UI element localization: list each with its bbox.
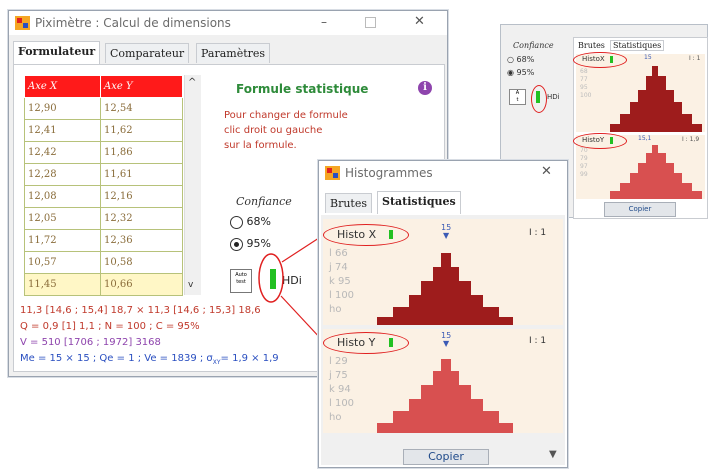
histo-x-stat: l 100 — [329, 290, 355, 301]
histo-y-ratio: I : 1 — [529, 336, 547, 346]
histo-x-green-icon — [389, 230, 393, 239]
histo-x-stat: k 95 — [329, 276, 351, 287]
peak-marker-icon: ▼ — [443, 339, 450, 348]
histo-window-title: Histogrammes — [345, 166, 433, 180]
histo-y-green-icon — [389, 338, 393, 347]
peak-marker-icon: ▼ — [443, 231, 450, 240]
histo-y-stats: l 29 j 75 k 94 l 100 ho — [329, 355, 354, 425]
histo-x-bars — [377, 253, 513, 325]
histo-close-icon[interactable]: ✕ — [541, 164, 552, 179]
hdi-annotation-ellipse — [258, 253, 284, 303]
histo-x-stat: l 66 — [329, 248, 348, 259]
tab-brutes[interactable]: Brutes — [325, 193, 373, 213]
histo-y-stat: j 75 — [329, 370, 348, 381]
histo-x-panel: Histo X 15 ▼ I : 1 l 66 j 74 k 95 l 100 … — [323, 219, 563, 325]
histo-y-stat: ho — [329, 412, 342, 423]
histo-titlebar: Histogrammes ✕ — [319, 161, 567, 185]
histo-x-stat: j 74 — [329, 262, 348, 273]
histo-x-shape — [377, 253, 513, 325]
histo-y-stat: k 94 — [329, 384, 351, 395]
histo-x-stats: l 66 j 74 k 95 l 100 ho — [329, 247, 354, 317]
tab-statistiques[interactable]: Statistiques — [377, 191, 461, 214]
copy-button[interactable]: Copier — [403, 449, 489, 465]
histo-y-label[interactable]: Histo Y — [337, 336, 375, 349]
histo-y-shape — [377, 359, 513, 433]
histo-y-stat: l 100 — [329, 398, 355, 409]
histo-x-ratio: I : 1 — [529, 228, 547, 238]
histo-content: Histo X 15 ▼ I : 1 l 66 j 74 k 95 l 100 … — [321, 215, 565, 465]
annotation-line-x — [281, 235, 323, 263]
histo-x-label[interactable]: Histo X — [337, 228, 376, 241]
histo-y-panel: Histo Y 15 ▼ I : 1 l 29 j 75 k 94 l 100 … — [323, 329, 563, 433]
annotation-line-y — [280, 295, 323, 341]
histo-y-bars — [377, 359, 513, 433]
histo-app-icon — [325, 166, 340, 180]
chevron-down-icon[interactable]: ▼ — [549, 449, 557, 460]
histo-y-stat: l 29 — [329, 356, 348, 367]
histogram-window: Histogrammes ✕ Brutes Statistiques Histo… — [318, 160, 568, 468]
histo-x-stat: ho — [329, 304, 342, 315]
